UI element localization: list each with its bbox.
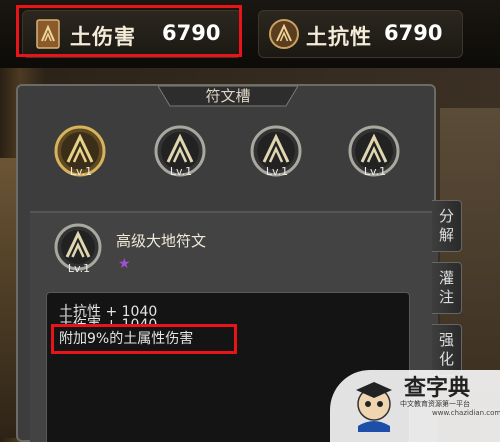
- rune-level: Lv.1: [67, 262, 91, 275]
- earth-resist-stat: 土抗性 6790: [258, 10, 463, 58]
- pillar: [0, 158, 16, 438]
- tab-infuse[interactable]: 灌注: [432, 262, 462, 314]
- rune-slot-1[interactable]: Lv.1: [54, 125, 106, 178]
- earth-resist-value: 6790: [384, 21, 443, 45]
- watermark-name: 查字典: [404, 376, 471, 401]
- earth-damage-stat: 土伤害 6790: [16, 5, 242, 58]
- watermark-url: www.chazidian.com: [432, 409, 500, 417]
- panel-title: 符文槽: [158, 84, 298, 108]
- selected-rune: Lv.1: [54, 223, 102, 275]
- rune-slot-2[interactable]: Lv.1: [154, 125, 206, 178]
- earth-rune-icon: [269, 19, 299, 49]
- earth-resist-label: 土抗性: [306, 25, 372, 49]
- rune-slot-3[interactable]: Lv.1: [250, 125, 302, 178]
- stat-bar: 土伤害 6790 土抗性 6790: [0, 0, 500, 68]
- slot-level: Lv.1: [363, 165, 387, 178]
- tab-split-label: 分解: [438, 207, 454, 244]
- watermark: 查字典 中文教育资源第一平台 www.chazidian.com: [330, 370, 500, 442]
- slot-level: Lv.1: [169, 165, 193, 178]
- rune-name: 高级大地符文: [116, 232, 207, 250]
- star-icon: ★: [118, 256, 131, 272]
- rune-slot-4[interactable]: Lv.1: [348, 125, 400, 178]
- highlight-box: [51, 324, 237, 354]
- slot-level: Lv.1: [265, 165, 289, 178]
- highlight-box: [16, 5, 242, 57]
- mascot-icon: [356, 382, 392, 432]
- tab-enhance-label: 强化: [438, 331, 454, 368]
- game-screen: 土伤害 6790 土抗性 6790 符文槽 Lv.1 Lv.1 Lv.1 Lv.…: [0, 0, 500, 442]
- tab-split[interactable]: 分解: [432, 200, 462, 252]
- tab-enhance[interactable]: 强化: [432, 324, 462, 376]
- panel-title-text: 符文槽: [205, 87, 251, 105]
- slot-level: Lv.1: [69, 165, 93, 178]
- watermark-subtitle: 中文教育资源第一平台: [400, 400, 470, 408]
- tab-infuse-label: 灌注: [438, 269, 454, 306]
